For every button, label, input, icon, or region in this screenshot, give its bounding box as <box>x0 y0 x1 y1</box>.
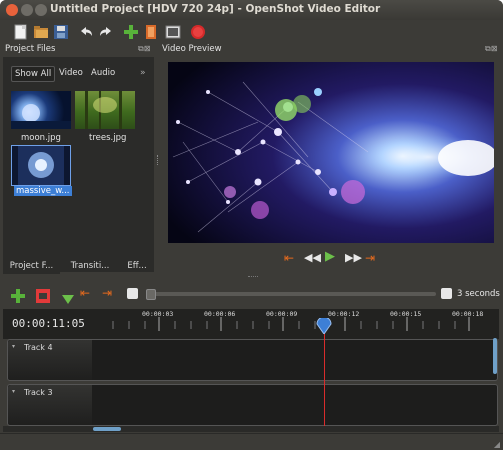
preview-float-close-icon[interactable]: ⧉⊠ <box>485 44 497 54</box>
filter-more-icon[interactable]: » <box>140 68 146 78</box>
app-window: Untitled Project [HDV 720 24p] - OpenSho… <box>0 0 503 450</box>
previous-marker-icon[interactable]: ⇤ <box>80 286 90 300</box>
undo-icon[interactable] <box>77 23 94 40</box>
snap-icon[interactable] <box>36 288 50 307</box>
import-files-icon[interactable] <box>122 23 139 40</box>
file-label-trees: trees.jpg <box>89 133 127 143</box>
zoom-slider-handle[interactable] <box>146 289 156 300</box>
profile-icon[interactable] <box>142 23 159 40</box>
close-icon[interactable] <box>6 4 18 16</box>
tab-project-files[interactable]: Project F... <box>3 258 60 274</box>
track-4[interactable]: ▾ Track 4 <box>7 339 498 381</box>
preview-frame-image <box>168 62 494 243</box>
panel-float-close-icon[interactable]: ⧉⊠ <box>138 44 150 54</box>
redo-icon[interactable] <box>97 23 114 40</box>
ruler-label: 00:00:06 <box>204 310 236 318</box>
video-preview-header: Video Preview <box>162 44 222 54</box>
file-thumbnail-moon[interactable] <box>11 91 71 129</box>
file-label-moon: moon.jpg <box>21 133 61 143</box>
track-name: Track 4 <box>24 343 53 352</box>
maximize-icon[interactable] <box>35 4 47 16</box>
track-expand-icon[interactable]: ▾ <box>12 343 15 350</box>
timeline-vertical-scrollbar[interactable] <box>493 338 497 374</box>
playhead-icon[interactable] <box>316 316 332 338</box>
ruler-label: 00:00:03 <box>142 310 174 318</box>
ruler-label: 00:00:09 <box>266 310 298 318</box>
splitter-handle[interactable] <box>157 155 160 165</box>
window-title: Untitled Project [HDV 720 24p] - OpenSho… <box>50 3 381 15</box>
zoom-level-label: 3 seconds <box>457 289 500 299</box>
track-name: Track 3 <box>24 388 53 397</box>
fullscreen-icon[interactable] <box>164 23 181 40</box>
rewind-button[interactable]: ◀◀ <box>304 251 321 264</box>
timecode-display: 00:00:11:05 <box>12 317 85 330</box>
jump-start-button[interactable]: ⇤ <box>284 251 294 265</box>
track-expand-icon[interactable]: ▾ <box>12 388 15 395</box>
track-header[interactable]: ▾ Track 3 <box>8 385 92 425</box>
ruler-label: 00:00:18 <box>452 310 484 318</box>
vertical-splitter-handle[interactable] <box>248 276 258 279</box>
dock-tabs: Project F... Transiti... Eff... <box>3 258 154 274</box>
add-track-icon[interactable] <box>11 288 25 307</box>
title-bar: Untitled Project [HDV 720 24p] - OpenSho… <box>0 0 503 20</box>
file-thumbnail-trees[interactable] <box>75 91 135 129</box>
scrollbar-thumb[interactable] <box>93 427 121 431</box>
open-project-icon[interactable] <box>32 23 49 40</box>
trees-image <box>85 91 122 129</box>
ruler-label: 00:00:15 <box>390 310 422 318</box>
timeline-horizontal-scrollbar[interactable] <box>3 426 499 432</box>
moon-image <box>11 104 71 129</box>
minimize-icon[interactable] <box>21 4 33 16</box>
resize-grip-icon[interactable]: ◢ <box>494 440 500 449</box>
file-thumbnail-massive[interactable] <box>11 145 71 186</box>
ruler-label: 00:00:12 <box>328 310 360 318</box>
main-toolbar <box>0 20 503 44</box>
add-marker-icon[interactable] <box>62 290 74 309</box>
video-preview-canvas <box>168 62 494 243</box>
next-marker-icon[interactable]: ⇥ <box>102 286 112 300</box>
zoom-in-icon[interactable] <box>441 288 452 299</box>
tab-effects[interactable]: Eff... <box>120 258 154 274</box>
filter-show-all[interactable]: Show All <box>11 66 56 82</box>
filter-video[interactable]: Video <box>56 66 86 80</box>
film-strip-image <box>12 146 70 185</box>
project-files-header: Project Files <box>5 44 56 54</box>
play-button[interactable]: ▶ <box>325 249 335 264</box>
filter-audio[interactable]: Audio <box>88 66 118 80</box>
save-project-icon[interactable] <box>52 23 69 40</box>
zoom-slider[interactable] <box>146 289 436 300</box>
track-header[interactable]: ▾ Track 4 <box>8 340 92 380</box>
file-label-massive: massive_w... <box>14 186 72 196</box>
new-project-icon[interactable] <box>12 23 29 40</box>
project-files-panel: Show All Video Audio » moon.jpg trees.jp… <box>3 57 154 272</box>
timeline-toolbar: ⇤ ⇥ 3 seconds <box>0 284 503 306</box>
status-bar: ◢ <box>0 433 503 450</box>
tab-transitions[interactable]: Transiti... <box>62 258 118 274</box>
zoom-out-icon[interactable] <box>127 288 138 299</box>
jump-end-button[interactable]: ⇥ <box>365 251 375 265</box>
fast-forward-button[interactable]: ▶▶ <box>345 251 362 264</box>
track-3[interactable]: ▾ Track 3 <box>7 384 498 426</box>
export-video-icon[interactable] <box>189 23 206 40</box>
